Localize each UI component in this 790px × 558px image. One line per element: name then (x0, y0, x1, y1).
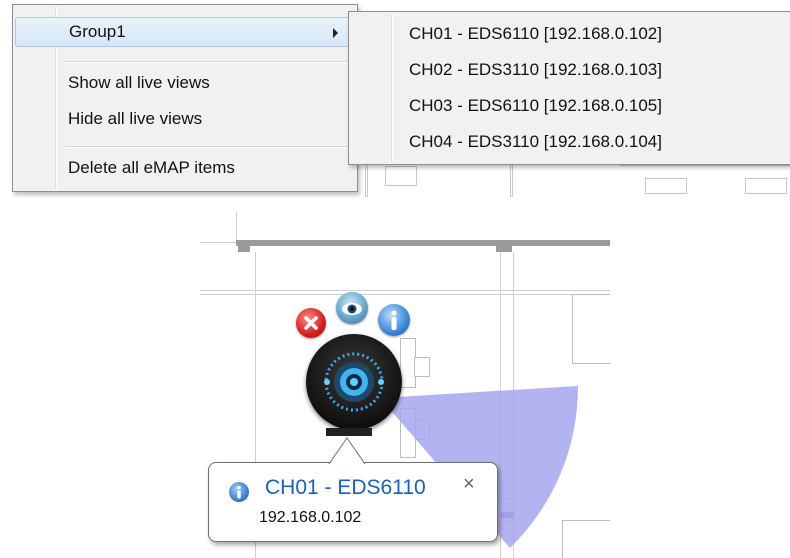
submenu-item-ch04[interactable]: CH04 - EDS3110 [192.168.0.104] (409, 127, 662, 157)
menu-item-hide-all-live-views[interactable]: Hide all live views (15, 104, 355, 134)
camera-base (326, 428, 372, 436)
menu-gutter (391, 14, 393, 162)
tooltip-ip: 192.168.0.102 (259, 509, 362, 526)
close-icon[interactable]: × (463, 473, 475, 496)
tooltip-pointer (328, 437, 366, 465)
submenu-item-ch01[interactable]: CH01 - EDS6110 [192.168.0.102] (409, 19, 662, 49)
submenu-arrow-icon (333, 28, 338, 38)
eye-icon[interactable] (336, 292, 368, 324)
menu-item-show-all-live-views[interactable]: Show all live views (15, 68, 355, 98)
menu-item-group1[interactable]: Group1 (15, 17, 355, 47)
submenu-group1: CH01 - EDS6110 [192.168.0.102] CH02 - ED… (348, 11, 790, 165)
submenu-item-ch03[interactable]: CH03 - EDS6110 [192.168.0.105] (409, 91, 662, 121)
menu-item-label: Hide all live views (68, 109, 203, 128)
info-icon (229, 482, 249, 502)
camera-icon[interactable] (306, 334, 402, 430)
info-icon[interactable] (378, 304, 410, 336)
context-menu: Group1 Show all live views Hide all live… (12, 4, 358, 192)
tooltip-title: CH01 - EDS6110 (265, 476, 426, 499)
menu-item-delete-all-emap-items[interactable]: Delete all eMAP items (15, 153, 355, 183)
menu-separator (65, 61, 353, 63)
camera-tooltip: CH01 - EDS6110 × 192.168.0.102 (208, 437, 498, 542)
menu-item-label: Show all live views (68, 73, 210, 92)
submenu-item-ch02[interactable]: CH02 - EDS3110 [192.168.0.103] (409, 55, 662, 85)
menu-separator (65, 146, 353, 148)
menu-item-label: Group1 (69, 22, 126, 41)
menu-item-label: Delete all eMAP items (68, 158, 235, 177)
